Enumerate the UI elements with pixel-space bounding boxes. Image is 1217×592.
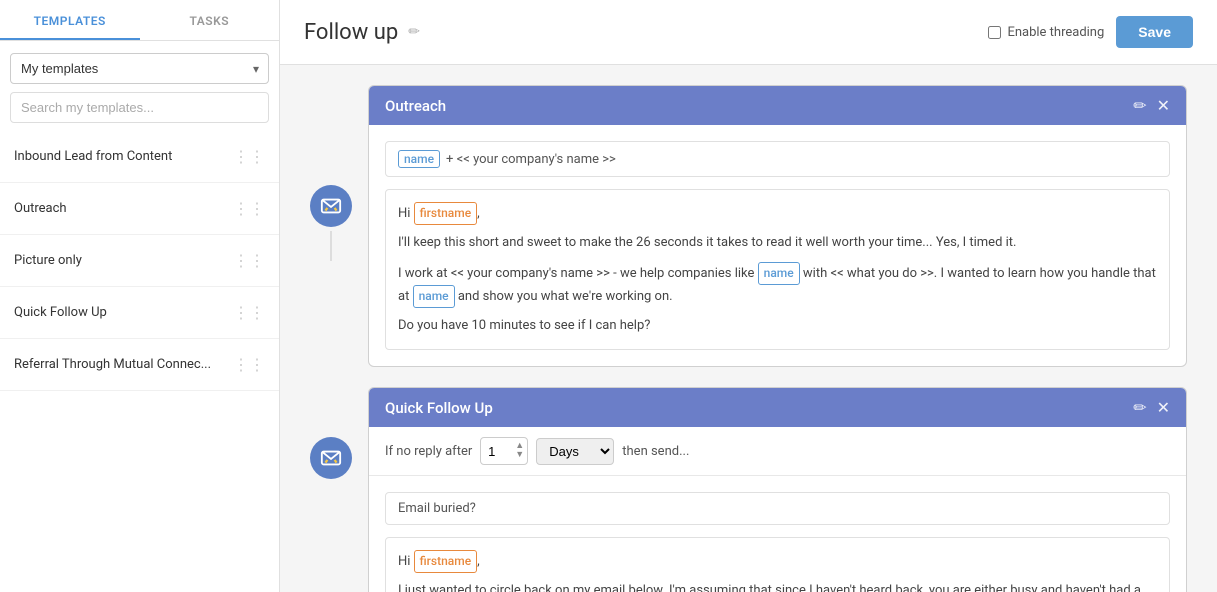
enable-threading-checkbox[interactable] (988, 26, 1001, 39)
card-header-followup: Quick Follow Up ✏ ✕ (369, 388, 1186, 427)
body-p2: I work at << your company's name >> - we… (398, 262, 1157, 308)
body-followup-p1: I just wanted to circle back on my email… (398, 581, 1157, 592)
greeting-line: Hi firstname, (398, 202, 1157, 225)
delay-number-input[interactable]: ▲▼ (480, 437, 528, 465)
subject-text-followup: Email buried? (398, 501, 476, 516)
delay-row: If no reply after ▲▼ Days Hours Weeks th… (369, 427, 1186, 476)
name-tag-subject: name (398, 150, 440, 168)
template-search-container (10, 92, 269, 123)
delay-prefix: If no reply after (385, 444, 472, 459)
card-title-followup: Quick Follow Up (385, 399, 493, 417)
card-header-outreach: Outreach ✏ ✕ (369, 86, 1186, 125)
step-row-outreach: Outreach ✏ ✕ name + << your company's na… (310, 85, 1187, 387)
delay-suffix: then send... (622, 444, 689, 459)
template-item-name: Referral Through Mutual Connec... (14, 357, 211, 372)
main-header: Follow up ✏ Enable threading Save (280, 0, 1217, 65)
sequence-area: Outreach ✏ ✕ name + << your company's na… (280, 65, 1217, 592)
title-area: Follow up ✏ (304, 20, 420, 45)
card-followup: Quick Follow Up ✏ ✕ If no reply after ▲▼ (368, 387, 1187, 592)
email-step-icon (310, 185, 352, 227)
card-title-outreach: Outreach (385, 97, 446, 115)
drag-handle-icon: ⋮⋮ (233, 147, 265, 166)
step-icon-col-2 (310, 387, 352, 479)
tab-tasks[interactable]: TASKS (140, 0, 280, 40)
header-actions: Enable threading Save (988, 16, 1193, 48)
template-list: Inbound Lead from Content ⋮⋮ Outreach ⋮⋮… (0, 131, 279, 592)
body-p3: Do you have 10 minutes to see if I can h… (398, 316, 1157, 337)
edit-card-icon-2[interactable]: ✏ (1133, 398, 1146, 417)
delay-unit-select-container[interactable]: Days Hours Weeks (536, 438, 614, 465)
step-row-followup: Quick Follow Up ✏ ✕ If no reply after ▲▼ (310, 387, 1187, 592)
sidebar: TEMPLATES TASKS My templates Shared temp… (0, 0, 280, 592)
name-tag-2: name (413, 285, 455, 308)
enable-threading-label[interactable]: Enable threading (988, 25, 1104, 40)
save-button[interactable]: Save (1116, 16, 1193, 48)
firstname-tag-2: firstname (414, 550, 477, 573)
template-item-name: Outreach (14, 201, 67, 216)
subject-line-outreach: name + << your company's name >> (385, 141, 1170, 177)
email-step-icon-2 (310, 437, 352, 479)
drag-handle-icon: ⋮⋮ (233, 199, 265, 218)
enable-threading-text: Enable threading (1007, 25, 1104, 40)
card-body-outreach: name + << your company's name >> Hi firs… (369, 125, 1186, 366)
list-item[interactable]: Inbound Lead from Content ⋮⋮ (0, 131, 279, 183)
subject-line-followup: Email buried? (385, 492, 1170, 525)
subject-text: + << your company's name >> (446, 152, 616, 167)
list-item[interactable]: Outreach ⋮⋮ (0, 183, 279, 235)
list-item[interactable]: Picture only ⋮⋮ (0, 235, 279, 287)
drag-handle-icon: ⋮⋮ (233, 303, 265, 322)
list-item[interactable]: Referral Through Mutual Connec... ⋮⋮ (0, 339, 279, 391)
email-body-followup: Hi firstname, I just wanted to circle ba… (385, 537, 1170, 592)
sidebar-tabs: TEMPLATES TASKS (0, 0, 279, 41)
template-select[interactable]: My templates Shared templates (10, 53, 269, 84)
template-item-name: Inbound Lead from Content (14, 149, 172, 164)
stepper-icon: ▲▼ (515, 442, 524, 460)
template-item-name: Quick Follow Up (14, 305, 107, 320)
email-body-outreach: Hi firstname, I'll keep this short and s… (385, 189, 1170, 350)
close-card-icon-2[interactable]: ✕ (1157, 398, 1170, 417)
card-body-followup: Email buried? Hi firstname, I just wante… (369, 476, 1186, 592)
tab-templates[interactable]: TEMPLATES (0, 0, 140, 40)
template-dropdown[interactable]: My templates Shared templates ▾ (10, 53, 269, 84)
close-card-icon[interactable]: ✕ (1157, 96, 1170, 115)
edit-title-icon[interactable]: ✏ (408, 24, 420, 40)
template-item-name: Picture only (14, 253, 82, 268)
step-icon-col-1 (310, 85, 352, 265)
card-header-actions-outreach: ✏ ✕ (1133, 96, 1170, 115)
delay-number-field[interactable] (485, 444, 513, 459)
drag-handle-icon: ⋮⋮ (233, 251, 265, 270)
body-p1: I'll keep this short and sweet to make t… (398, 233, 1157, 254)
list-item[interactable]: Quick Follow Up ⋮⋮ (0, 287, 279, 339)
card-header-actions-followup: ✏ ✕ (1133, 398, 1170, 417)
search-input[interactable] (10, 92, 269, 123)
card-outreach: Outreach ✏ ✕ name + << your company's na… (368, 85, 1187, 367)
main-content: Follow up ✏ Enable threading Save (280, 0, 1217, 592)
drag-handle-icon: ⋮⋮ (233, 355, 265, 374)
name-tag-1: name (758, 262, 800, 285)
page-title: Follow up (304, 20, 398, 45)
greeting-line-2: Hi firstname, (398, 550, 1157, 573)
delay-unit-select[interactable]: Days Hours Weeks (536, 438, 614, 465)
edit-card-icon[interactable]: ✏ (1133, 96, 1146, 115)
step-connector-1 (330, 231, 332, 261)
firstname-tag-1: firstname (414, 202, 477, 225)
